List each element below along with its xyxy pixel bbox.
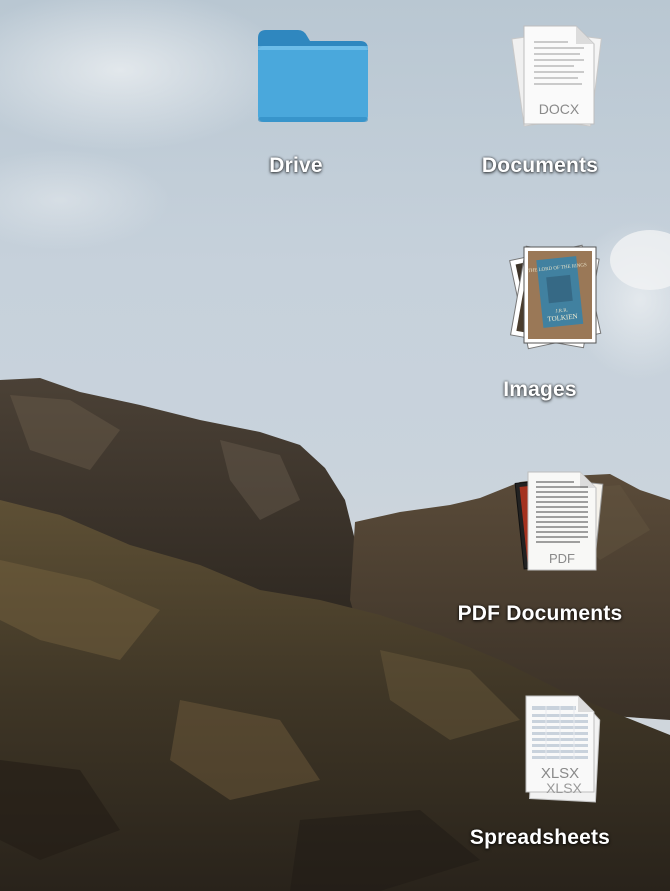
desktop: Drive DOCX Documents THE LORD OF THE RIN… [0, 0, 670, 891]
desktop-item-documents[interactable]: DOCX Documents [440, 20, 640, 210]
desktop-item-spreadsheets[interactable]: XLSX XLSX Spreadsheets [440, 692, 640, 882]
pdf-stack-icon: PDF [514, 471, 604, 571]
desktop-item-pdf-documents[interactable]: PDF PDF Documents [440, 468, 640, 658]
desktop-item-label: PDF Documents [457, 602, 623, 625]
xlsx-stack-icon: XLSX XLSX [525, 695, 601, 803]
file-type-badge: PDF [549, 551, 575, 566]
desktop-item-label: Drive [269, 154, 323, 177]
desktop-item-label: Documents [481, 154, 599, 177]
folder-icon [258, 30, 368, 122]
desktop-item-images[interactable]: THE LORD OF THE RINGS J.R.R. TOLKIEN Ima… [440, 244, 640, 434]
file-type-badge: XLSX [546, 780, 582, 796]
desktop-item-label: Images [503, 378, 577, 401]
docx-stack-icon: DOCX [511, 25, 602, 127]
file-type-badge: DOCX [539, 101, 580, 117]
desktop-item-label: Spreadsheets [469, 826, 611, 849]
image-stack-icon: THE LORD OF THE RINGS J.R.R. TOLKIEN [509, 244, 602, 350]
desktop-item-drive[interactable]: Drive [196, 20, 396, 210]
